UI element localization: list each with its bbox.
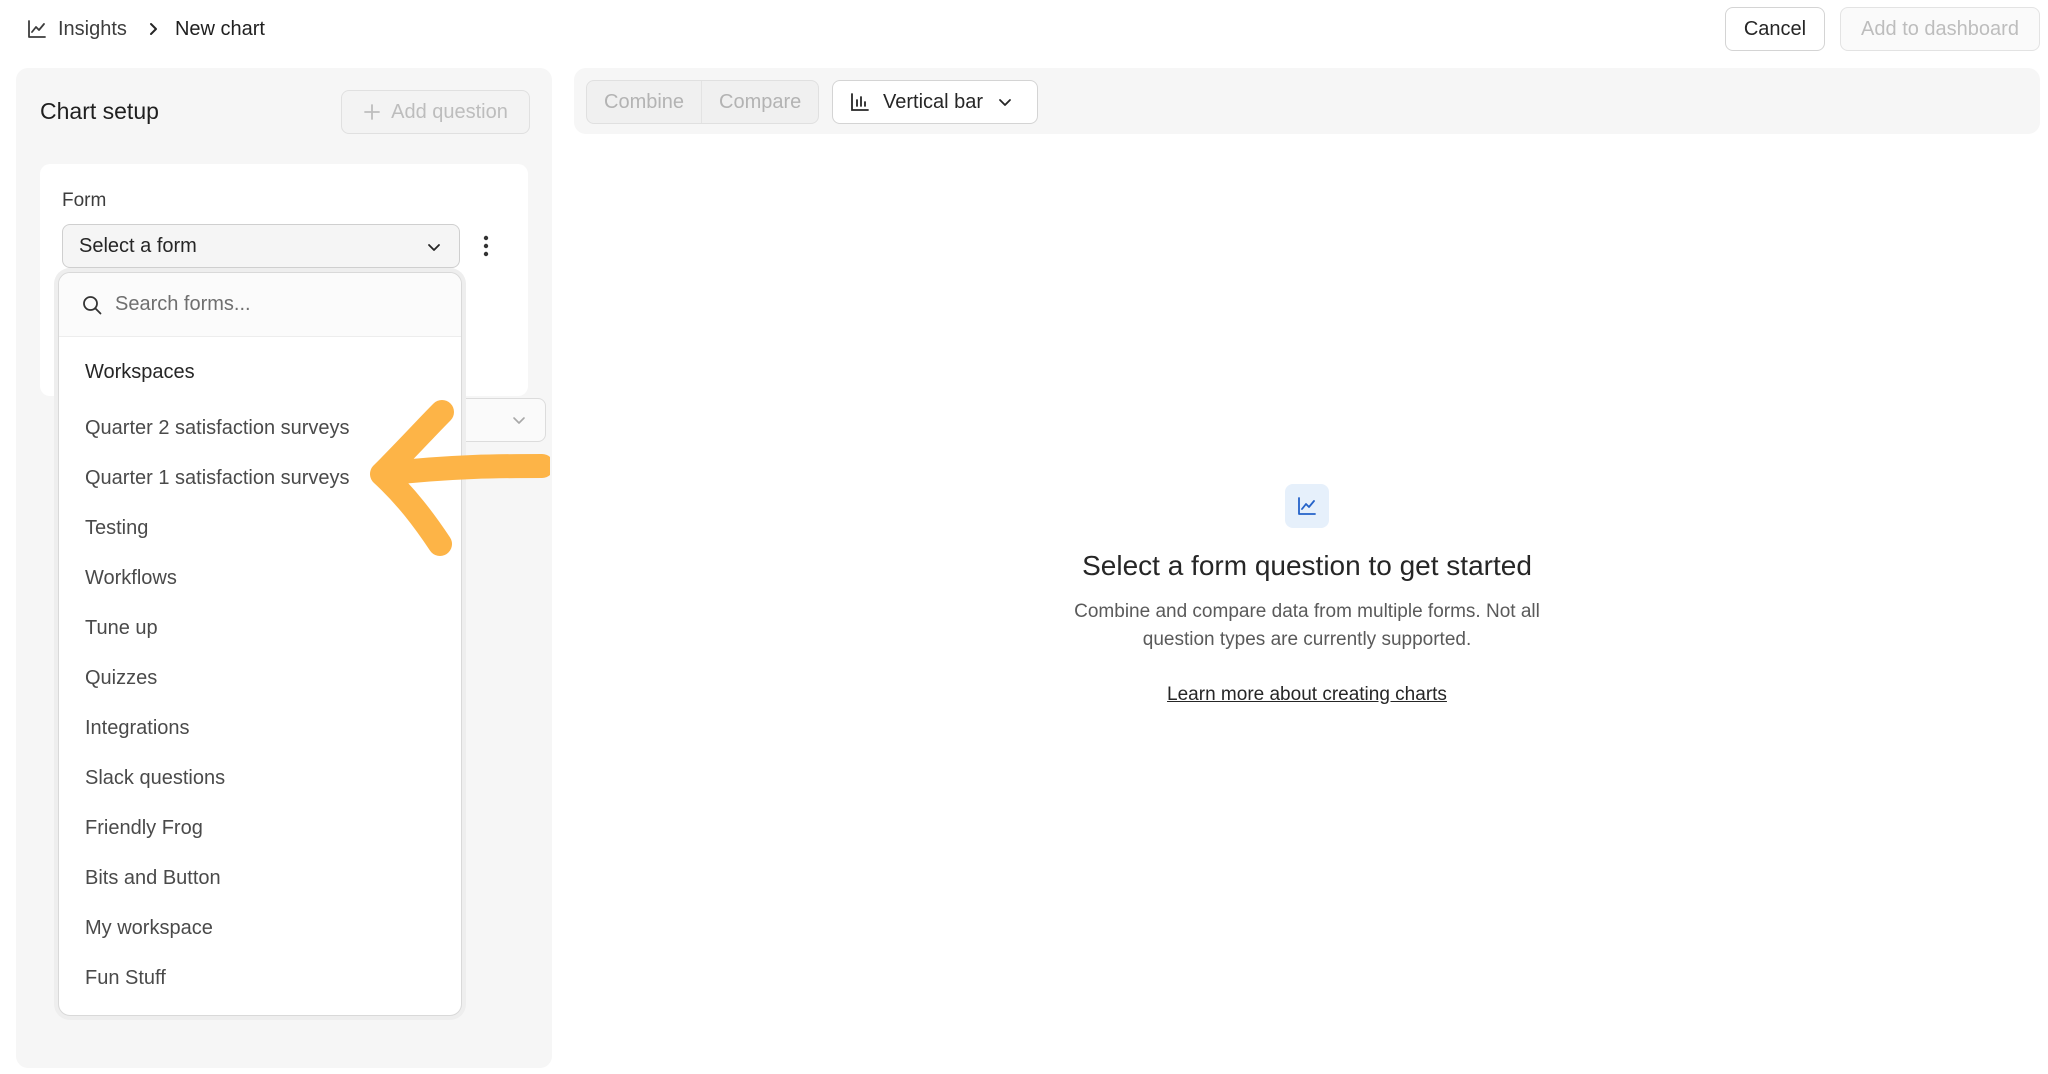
form-dropdown: Workspaces Quarter 2 satisfaction survey… (58, 272, 462, 1016)
workspace-item[interactable]: Workflows (59, 553, 461, 603)
line-chart-icon (1285, 484, 1329, 528)
workspace-item[interactable]: Slack questions (59, 753, 461, 803)
workspace-item[interactable]: Quizzes (59, 653, 461, 703)
workspace-item[interactable]: Tune up (59, 603, 461, 653)
chevron-down-icon (425, 238, 443, 256)
breadcrumb: Insights New chart (26, 14, 265, 44)
cancel-button[interactable]: Cancel (1725, 7, 1825, 51)
empty-state: Select a form question to get started Co… (1007, 484, 1607, 706)
search-forms-input[interactable] (115, 293, 415, 316)
panel-title: Chart setup (40, 98, 159, 124)
add-question-button[interactable]: Add question (341, 90, 530, 134)
learn-more-link[interactable]: Learn more about creating charts (1167, 684, 1447, 706)
form-search (59, 273, 461, 337)
workspace-item[interactable]: Integrations (59, 703, 461, 753)
workspaces-heading: Workspaces (85, 361, 195, 383)
empty-state-title: Select a form question to get started (1082, 550, 1532, 581)
kebab-icon[interactable] (476, 230, 496, 262)
workspace-item[interactable]: My workspace (59, 903, 461, 953)
workspace-item[interactable]: Bits and Button (59, 853, 461, 903)
chart-toolbar: Combine Compare Vertical bar (574, 68, 2040, 134)
chevron-right-icon (145, 21, 161, 37)
form-select-value: Select a form (79, 234, 197, 257)
breadcrumb-current: New chart (174, 17, 265, 40)
workspace-item[interactable]: Fun Stuff (59, 953, 461, 1003)
chart-type-label: Vertical bar (883, 90, 984, 113)
form-select[interactable]: Select a form (62, 224, 460, 268)
plus-icon (363, 103, 381, 121)
line-chart-icon (26, 18, 48, 40)
add-question-label: Add question (391, 100, 508, 123)
workspace-item[interactable]: Friendly Frog (59, 803, 461, 853)
form-label: Form (62, 190, 107, 211)
compare-button[interactable]: Compare (701, 81, 818, 123)
add-to-dashboard-button[interactable]: Add to dashboard (1840, 7, 2040, 51)
chart-type-select[interactable]: Vertical bar (832, 80, 1038, 124)
empty-state-description: Combine and compare data from multiple f… (1074, 601, 1540, 650)
combine-compare-toggle: Combine Compare (586, 80, 820, 124)
search-icon (81, 294, 103, 316)
chevron-down-icon (997, 94, 1013, 110)
breadcrumb-insights-link[interactable]: Insights (58, 18, 127, 41)
combine-button[interactable]: Combine (587, 81, 701, 123)
top-bar: Insights New chart Cancel Add to dashboa… (0, 0, 2048, 58)
arrow-annotation-icon (370, 400, 550, 556)
bar-chart-icon (849, 91, 871, 113)
